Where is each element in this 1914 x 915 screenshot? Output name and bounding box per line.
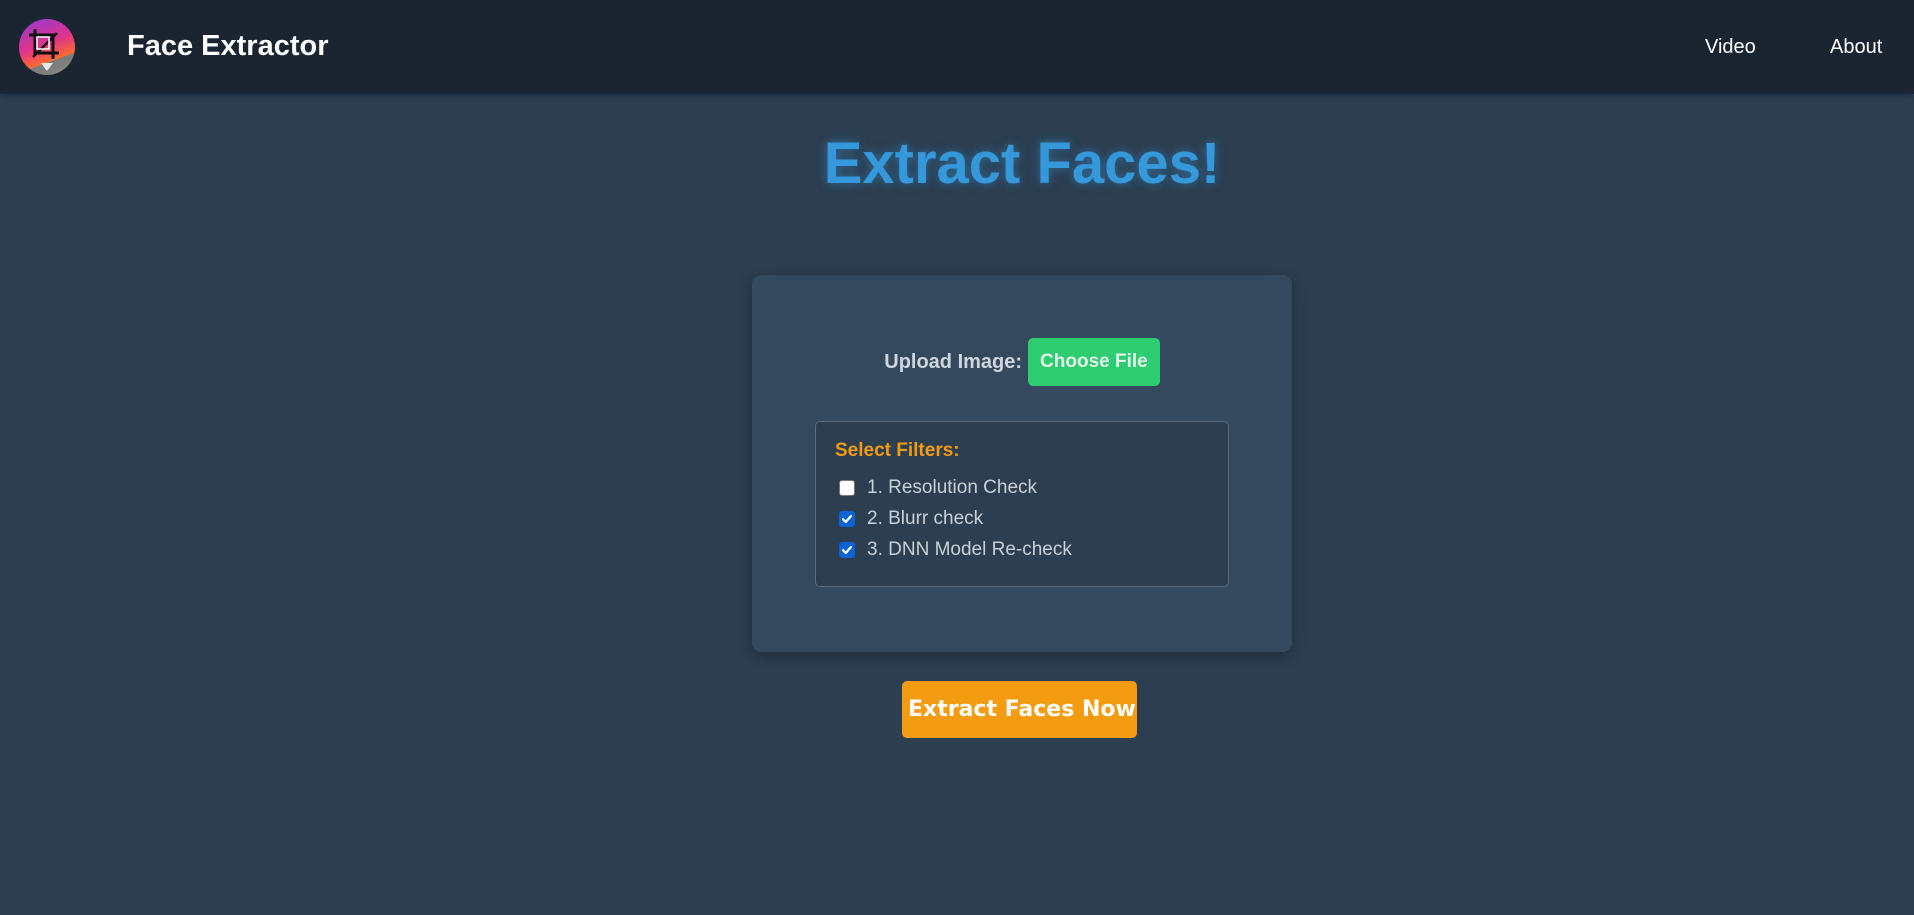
filter-label: 3. DNN Model Re-check xyxy=(867,539,1072,560)
filters-panel: Select Filters: 1. Resolution Check 2. B… xyxy=(815,421,1229,587)
page-title: Extract Faces! xyxy=(823,131,1221,196)
filter-label: 2. Blurr check xyxy=(867,508,984,529)
filter-resolution-check[interactable]: 1. Resolution Check xyxy=(839,476,1037,500)
upload-label: Upload Image: xyxy=(884,350,1023,373)
filters-title: Select Filters: xyxy=(835,440,960,461)
checkmark-icon xyxy=(841,545,853,555)
checkmark-icon xyxy=(841,514,853,524)
brand-title[interactable]: Face Extractor xyxy=(127,29,329,63)
choose-file-button[interactable]: Choose File xyxy=(1028,338,1160,386)
filter-dnn-recheck[interactable]: 3. DNN Model Re-check xyxy=(839,538,1072,562)
navbar: Face Extractor Video About xyxy=(0,0,1914,94)
filter-label: 1. Resolution Check xyxy=(867,477,1038,498)
upload-row: Upload Image: Choose File xyxy=(752,338,1292,386)
face-crop-logo-icon[interactable] xyxy=(19,19,75,75)
nav-link-video[interactable]: Video xyxy=(1705,35,1756,59)
dnn-checkbox[interactable] xyxy=(839,542,855,558)
blurr-checkbox[interactable] xyxy=(839,511,855,527)
resolution-checkbox[interactable] xyxy=(839,480,855,496)
extract-faces-button[interactable]: Extract Faces Now xyxy=(902,681,1137,738)
filter-blurr-check[interactable]: 2. Blurr check xyxy=(839,507,983,531)
upload-card: Upload Image: Choose File Select Filters… xyxy=(752,275,1292,652)
nav-link-about[interactable]: About xyxy=(1830,35,1882,59)
